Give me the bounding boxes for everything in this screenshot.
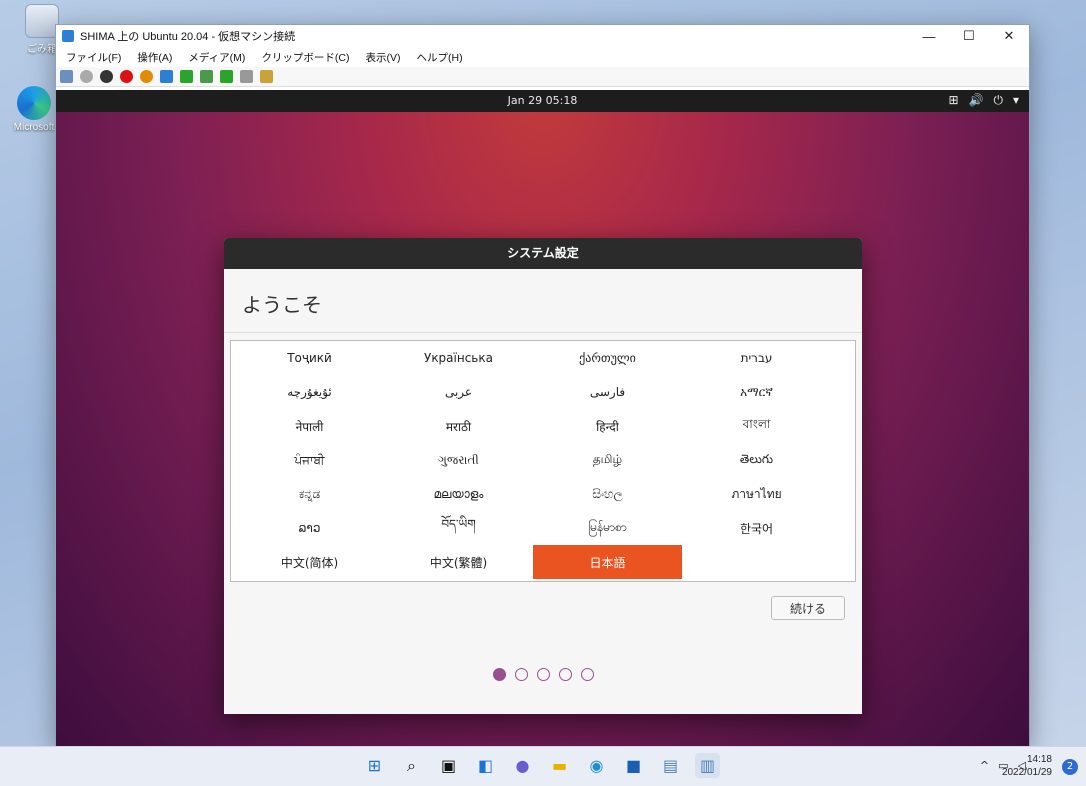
language-option[interactable]: 中文(简体) (235, 545, 384, 579)
language-option[interactable]: Тоҷикӣ (235, 341, 384, 375)
taskbar-apps: ⊞ ⌕ ▣ ◧ ● ▬ ◉ ■ ▤ ▥ (362, 753, 720, 778)
checkpoint-icon[interactable] (200, 70, 213, 83)
menu-help[interactable]: ヘルプ(H) (417, 50, 463, 65)
language-option[interactable]: தமிழ் (533, 443, 682, 477)
guest-screen[interactable]: Jan 29 05:18 ⊞ 🔊 ⏻ ▾ システム設定 ようこそ Тоҷикӣ … (56, 90, 1029, 746)
language-grid: Тоҷикӣ Українська ქართული עברית ئۇيغۇرچە… (231, 341, 855, 579)
hyperv-manager-icon[interactable]: ▤ (658, 753, 683, 778)
language-option[interactable]: मराठी (384, 409, 533, 443)
step-indicator (224, 668, 862, 681)
language-option[interactable]: हिन्दी (533, 409, 682, 443)
language-option[interactable]: বাংলা (682, 409, 831, 443)
language-option-selected[interactable]: 日本語 (533, 545, 682, 579)
language-option[interactable]: ગુજરાતી (384, 443, 533, 477)
language-option[interactable]: తెలుగు (682, 443, 831, 477)
language-option[interactable]: မြန်မာစာ (533, 511, 682, 545)
menu-media[interactable]: メディア(M) (188, 50, 245, 65)
chat-icon[interactable]: ● (510, 753, 535, 778)
taskbar-clock[interactable]: 14:18 2022/01/29 (1002, 753, 1052, 779)
close-button[interactable]: ✕ (989, 28, 1029, 44)
vm-connection-icon[interactable]: ▥ (695, 753, 720, 778)
language-option[interactable]: ਪੰਜਾਬੀ (235, 443, 384, 477)
search-icon[interactable]: ⌕ (399, 753, 424, 778)
vm-connection-window: SHIMA 上の Ubuntu 20.04 - 仮想マシン接続 — ☐ ✕ ファ… (55, 24, 1030, 746)
maximize-button[interactable]: ☐ (949, 28, 989, 44)
language-option[interactable]: 中文(繁體) (384, 545, 533, 579)
recycle-bin-icon (25, 4, 59, 38)
gnome-clock[interactable]: Jan 29 05:18 (56, 94, 1029, 107)
edge-icon (17, 86, 51, 120)
widgets-icon[interactable]: ◧ (473, 753, 498, 778)
network-icon[interactable]: ⊞ (948, 93, 958, 108)
language-option[interactable]: བོད་ཡིག (384, 511, 533, 545)
window-title: SHIMA 上の Ubuntu 20.04 - 仮想マシン接続 (80, 31, 296, 43)
continue-button[interactable]: 続ける (771, 596, 845, 620)
language-list[interactable]: Тоҷикӣ Українська ქართული עברית ئۇيغۇرچە… (230, 340, 856, 582)
vm-toolbar (56, 67, 1029, 87)
language-option[interactable]: አማርኛ (682, 375, 831, 409)
language-option[interactable]: עברית (682, 341, 831, 375)
language-option[interactable]: 한국어 (682, 511, 831, 545)
power-icon[interactable]: ⏻ (993, 93, 1003, 108)
desktop-icon-label: Microsoft (13, 122, 55, 133)
language-option[interactable]: ქართული (533, 341, 682, 375)
notification-badge[interactable]: 2 (1062, 759, 1078, 775)
language-option[interactable]: മലയാളം (384, 477, 533, 511)
step-dot (558, 668, 572, 681)
step-dot (580, 668, 594, 681)
volume-icon[interactable]: 🔊 (969, 93, 984, 108)
menu-action[interactable]: 操作(A) (137, 50, 172, 65)
ctrl-alt-del-icon[interactable] (60, 70, 73, 83)
welcome-heading: ようこそ (224, 269, 862, 333)
enhanced-session-icon[interactable] (240, 70, 253, 83)
windows-taskbar: ⊞ ⌕ ▣ ◧ ● ▬ ◉ ■ ▤ ▥ ^ ▭ ◁ 14:18 2022/01/… (0, 746, 1086, 786)
store-icon[interactable]: ■ (621, 753, 646, 778)
language-option[interactable]: ภาษาไทย (682, 477, 831, 511)
dialog-title: システム設定 (224, 238, 862, 269)
step-dot (536, 668, 550, 681)
revert-icon[interactable] (220, 70, 233, 83)
menu-clipboard[interactable]: クリップボード(C) (261, 50, 349, 65)
shutdown-icon[interactable] (120, 70, 133, 83)
menu-file[interactable]: ファイル(F) (66, 50, 121, 65)
start-icon[interactable]: ⊞ (362, 753, 387, 778)
minimize-button[interactable]: — (909, 29, 949, 44)
step-dot-active (492, 668, 506, 681)
chevron-up-icon[interactable]: ^ (980, 759, 989, 772)
step-dot (514, 668, 528, 681)
edge-desktop-icon[interactable]: Microsoft (6, 86, 62, 133)
menu-bar: ファイル(F) 操作(A) メディア(M) クリップボード(C) 表示(V) ヘ… (56, 47, 1029, 67)
language-option[interactable]: ລາວ (235, 511, 384, 545)
edge-icon[interactable]: ◉ (584, 753, 609, 778)
system-settings-dialog: システム設定 ようこそ Тоҷикӣ Українська ქართული עב… (224, 238, 862, 714)
taskbar-date: 2022/01/29 (1001, 767, 1052, 778)
taskbar-time: 14:18 (1026, 754, 1052, 765)
gnome-top-bar: Jan 29 05:18 ⊞ 🔊 ⏻ ▾ (56, 90, 1029, 112)
share-icon[interactable] (260, 70, 273, 83)
language-option[interactable]: عربى (384, 375, 533, 409)
language-option[interactable]: नेपाली (235, 409, 384, 443)
language-option[interactable]: Українська (384, 341, 533, 375)
menu-view[interactable]: 表示(V) (366, 50, 401, 65)
language-option[interactable]: ಕನ್ನಡ (235, 477, 384, 511)
language-option[interactable]: ئۇيغۇرچە (235, 375, 384, 409)
task-view-icon[interactable]: ▣ (436, 753, 461, 778)
chevron-down-icon[interactable]: ▾ (1013, 93, 1019, 108)
window-titlebar[interactable]: SHIMA 上の Ubuntu 20.04 - 仮想マシン接続 — ☐ ✕ (56, 25, 1029, 47)
gnome-system-tray[interactable]: ⊞ 🔊 ⏻ ▾ (948, 93, 1019, 108)
vm-app-icon (62, 30, 74, 42)
language-option[interactable]: සිංහල (533, 477, 682, 511)
resume-icon[interactable] (180, 70, 193, 83)
language-option-empty (682, 545, 831, 579)
language-option[interactable]: فارسی (533, 375, 682, 409)
pause-icon[interactable] (160, 70, 173, 83)
start-vm-icon[interactable] (80, 70, 93, 83)
turn-off-icon[interactable] (100, 70, 113, 83)
power-icon[interactable] (140, 70, 153, 83)
file-explorer-icon[interactable]: ▬ (547, 753, 572, 778)
